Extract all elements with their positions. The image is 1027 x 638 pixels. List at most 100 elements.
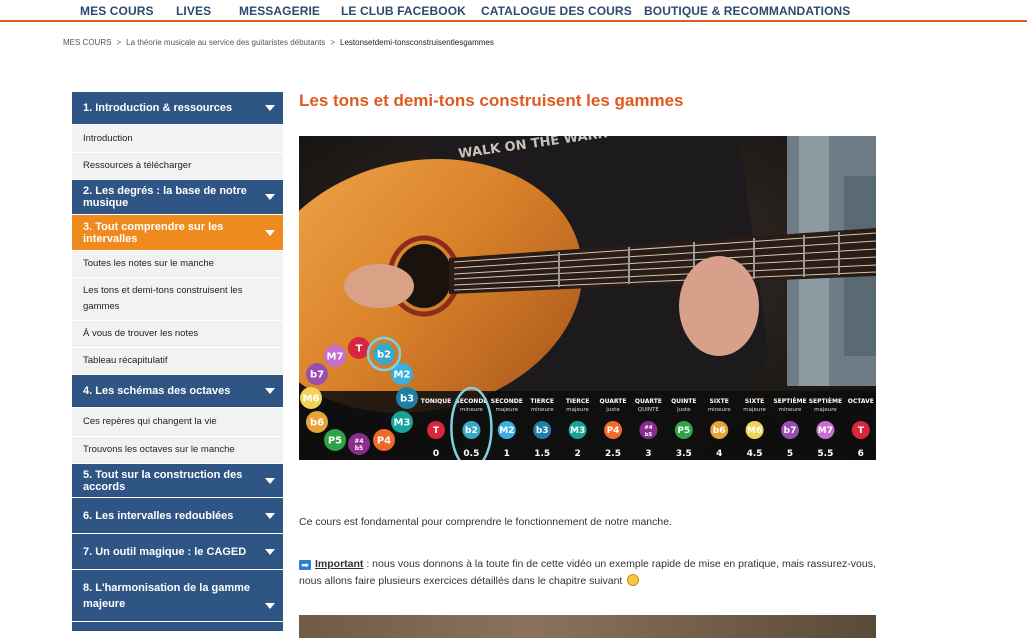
lesson-label: Tableau récapitulatif: [83, 355, 168, 366]
sidebar-lesson-ressources[interactable]: Ressources à télécharger: [72, 153, 283, 180]
caret-down-icon: [265, 194, 275, 200]
lesson-label: Les tons et demi-tons construisent les g…: [83, 285, 243, 312]
breadcrumb-course[interactable]: La théorie musicale au service des guita…: [126, 38, 325, 47]
interval-badge: P5: [674, 421, 693, 439]
sidebar-section-7[interactable]: 7. Un outil magique : le CAGED: [72, 534, 283, 570]
sidebar-lesson-introduction[interactable]: Introduction: [72, 125, 283, 153]
breadcrumb-current: Lestonsetdemi-tonsconstruisentlesgammes: [340, 38, 494, 47]
interval-value: 6: [858, 449, 864, 459]
caret-down-icon: [265, 603, 275, 609]
svg-text:T: T: [356, 344, 363, 355]
sidebar-lesson-toutes-les-notes[interactable]: Toutes les notes sur le manche: [72, 251, 283, 278]
sidebar-section-label: 4. Les schémas des octaves: [83, 385, 231, 397]
nav-catalogue[interactable]: CATALOGUE DES COURS: [481, 4, 632, 18]
caret-down-icon: [265, 477, 275, 484]
interval-name: QUINTE: [671, 398, 696, 405]
nav-mes-cours[interactable]: MES COURS: [80, 4, 154, 18]
interval-value: 2: [574, 449, 580, 459]
wheel-badge: b2: [373, 343, 395, 365]
breadcrumb-separator: >: [330, 38, 336, 47]
svg-text:M7: M7: [327, 352, 344, 363]
sidebar-section-label: 8. L'harmonisation de la gamme majeure: [83, 581, 251, 610]
wheel-badge: b7: [306, 363, 328, 385]
caret-down-icon: [265, 548, 275, 555]
nav-club-facebook[interactable]: LE CLUB FACEBOOK: [341, 4, 466, 18]
interval-badge: M7: [816, 421, 835, 439]
interval-value: 1.5: [534, 449, 550, 459]
interval-name: SECONDE: [491, 398, 523, 405]
interval-value: 4: [716, 449, 722, 459]
sidebar-lesson-reperes[interactable]: Ces repères qui changent la vie: [72, 408, 283, 437]
interval-value: 0.5: [463, 449, 479, 459]
wheel-badge: M6: [300, 387, 322, 409]
sidebar-section-4[interactable]: 4. Les schémas des octaves: [72, 375, 283, 408]
svg-text:P4: P4: [377, 436, 391, 447]
important-note: ➡ Important : nous vous donnons à la tout…: [299, 556, 879, 590]
svg-text:M3: M3: [570, 426, 585, 436]
interval-value: 4.5: [747, 449, 763, 459]
lesson-label: Trouvons les octaves sur le manche: [83, 444, 235, 455]
interval-sub: majeure: [814, 407, 837, 413]
interval-value: 0: [433, 449, 439, 459]
lesson-label: Ressources à télécharger: [83, 160, 192, 171]
wheel-badge: #4b5: [348, 433, 370, 455]
sidebar-section-3[interactable]: 3. Tout comprendre sur les intervalles: [72, 215, 283, 251]
interval-sub: majeure: [495, 407, 518, 413]
sidebar-section-5[interactable]: 5. Tout sur la construction des accords: [72, 464, 283, 498]
svg-text:b2: b2: [377, 350, 391, 361]
sidebar-section-8[interactable]: 8. L'harmonisation de la gamme majeure: [72, 570, 283, 622]
breadcrumb: MES COURS > La théorie musicale au service…: [63, 38, 494, 47]
wheel-badge: P4: [373, 429, 395, 451]
sidebar-lesson-tons-demi-tons[interactable]: Les tons et demi-tons construisent les g…: [72, 278, 283, 321]
interval-badge: T: [427, 421, 445, 439]
interval-name: SIXTE: [710, 398, 729, 405]
sidebar-lesson-trouver-les-notes[interactable]: À vous de trouver les notes: [72, 321, 283, 348]
sidebar-section-2[interactable]: 2. Les degrés : la base de notre musique: [72, 180, 283, 215]
page-title: Les tons et demi-tons construisent les g…: [299, 91, 684, 110]
interval-badge: b2: [462, 421, 481, 439]
svg-text:b5: b5: [355, 445, 363, 452]
interval-value: 2.5: [605, 449, 621, 459]
svg-text:P4: P4: [607, 426, 620, 436]
lesson-label: Toutes les notes sur le manche: [83, 258, 214, 269]
sidebar-section-label: 3. Tout comprendre sur les intervalles: [83, 220, 224, 245]
sidebar-lesson-octaves[interactable]: Trouvons les octaves sur le manche: [72, 437, 283, 464]
svg-text:b7: b7: [784, 426, 797, 436]
svg-text:#4: #4: [644, 425, 653, 431]
interval-name: SEPTIÈME: [809, 397, 842, 405]
nav-boutique[interactable]: BOUTIQUE & RECOMMANDATIONS: [644, 4, 850, 18]
nav-messagerie[interactable]: MESSAGERIE: [239, 4, 320, 18]
svg-text:M6: M6: [747, 426, 762, 436]
important-label: Important: [315, 558, 364, 570]
interval-value: 5: [787, 449, 793, 459]
interval-sub: mineure: [460, 407, 483, 413]
svg-text:b6: b6: [310, 418, 324, 429]
svg-text:P5: P5: [328, 436, 342, 447]
sidebar-section-1[interactable]: 1. Introduction & ressources: [72, 92, 283, 125]
svg-text:b3: b3: [536, 426, 549, 436]
video-player[interactable]: WALK ON THE WARR M7 Tb2 b7 M2 M6 b3 b6 M3 P5 #: [299, 136, 876, 460]
wheel-badge: M3: [391, 411, 413, 433]
interval-sub: mineure: [531, 407, 554, 413]
sidebar-lesson-tableau[interactable]: Tableau récapitulatif: [72, 348, 283, 375]
wheel-badge: b3: [396, 387, 418, 409]
sidebar-section-6[interactable]: 6. Les intervalles redoublées: [72, 498, 283, 534]
sidebar-section-label: 2. Les degrés : la base de notre musique: [83, 185, 247, 209]
svg-text:b7: b7: [310, 370, 324, 381]
interval-badge: b6: [710, 421, 729, 439]
interval-value: 3.5: [676, 449, 692, 459]
interval-sub: mineure: [708, 407, 731, 413]
svg-text:b3: b3: [400, 394, 414, 405]
caret-down-icon: [265, 512, 275, 519]
interval-name: QUARTE: [635, 398, 662, 405]
smile-emoji-icon: [627, 574, 640, 586]
second-video-thumbnail[interactable]: [299, 615, 876, 638]
nav-lives[interactable]: LIVES: [176, 4, 211, 18]
interval-name: TIERCE: [566, 398, 590, 405]
wheel-badge: b6: [306, 411, 328, 433]
svg-text:M6: M6: [303, 394, 320, 405]
top-nav: MES COURS LIVES MESSAGERIE LE CLUB FACEB…: [0, 0, 1027, 22]
sidebar-section-9[interactable]: [72, 622, 283, 632]
breadcrumb-mes-cours[interactable]: MES COURS: [63, 38, 111, 47]
interval-badge: b7: [781, 421, 799, 439]
